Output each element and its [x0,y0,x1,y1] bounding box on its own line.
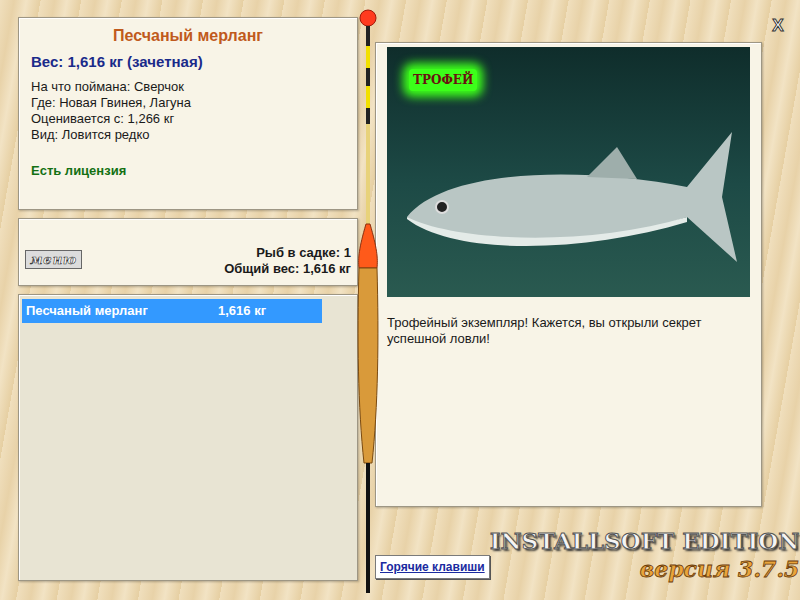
fish-detail: Где: Новая Гвинея, Лагуна [31,95,345,111]
float-icon [356,8,380,596]
fish-detail: Оценивается с: 1,266 кг [31,111,345,127]
pike-icon [799,513,800,583]
left-column: Песчаный мерланг Вес: 1,616 кг (зачетная)… [18,17,358,581]
fish-weight: Вес: 1,616 кг (зачетная) [31,51,345,74]
menu-button[interactable]: меню [25,250,82,269]
logo-text: INSTALLSOFT EDITIONверсия 3.7.5 [490,527,800,583]
fish-detail: На что поймана: Сверчок [31,79,345,95]
game-screen: Песчаный мерланг Вес: 1,616 кг (зачетная)… [0,0,800,600]
catch-message: Трофейный экземпляр! Кажется, вы открыли… [387,315,750,347]
catch-weight: 1,616 кг [218,301,318,321]
fish-photo-panel: ТРОФЕЙ Трофейный экземпляр! Кажется, вы о… [375,42,762,507]
keepnet-panel: меню Рыб в садке: 1Общий вес: 1,616 кг [18,218,358,286]
installsoft-logo: INSTALLSOFT EDITIONверсия 3.7.5 [490,513,800,583]
catch-name: Песчаный мерланг [26,301,148,321]
fish-title: Песчаный мерланг [31,24,345,48]
catch-list: Песчаный мерланг 1,616 кг [18,294,358,581]
trophy-badge: ТРОФЕЙ [409,69,477,91]
logo-version: версия 3.7.5 [490,555,800,583]
keepnet-summary: Рыб в садке: 1Общий вес: 1,616 кг [224,245,351,277]
bottom-bar: Горячие клавишиINSTALLSOFT EDITIONверсия… [375,513,762,583]
fish-info-panel: Песчаный мерланг Вес: 1,616 кг (зачетная)… [18,17,358,210]
license-status: Есть лицензия [31,161,345,181]
right-column: ТРОФЕЙ Трофейный экземпляр! Кажется, вы о… [375,42,762,583]
keepnet-count: Рыб в садке: 1 [224,245,351,261]
logo-title: INSTALLSOFT EDITION [490,527,800,555]
fish-photo: ТРОФЕЙ [387,47,750,297]
hotkeys-button[interactable]: Горячие клавиши [375,555,490,579]
catch-row[interactable]: Песчаный мерланг 1,616 кг [22,299,322,323]
keepnet-total: Общий вес: 1,616 кг [224,261,351,277]
fish-detail: Вид: Ловится редко [31,127,345,143]
close-button[interactable]: X [768,17,788,35]
